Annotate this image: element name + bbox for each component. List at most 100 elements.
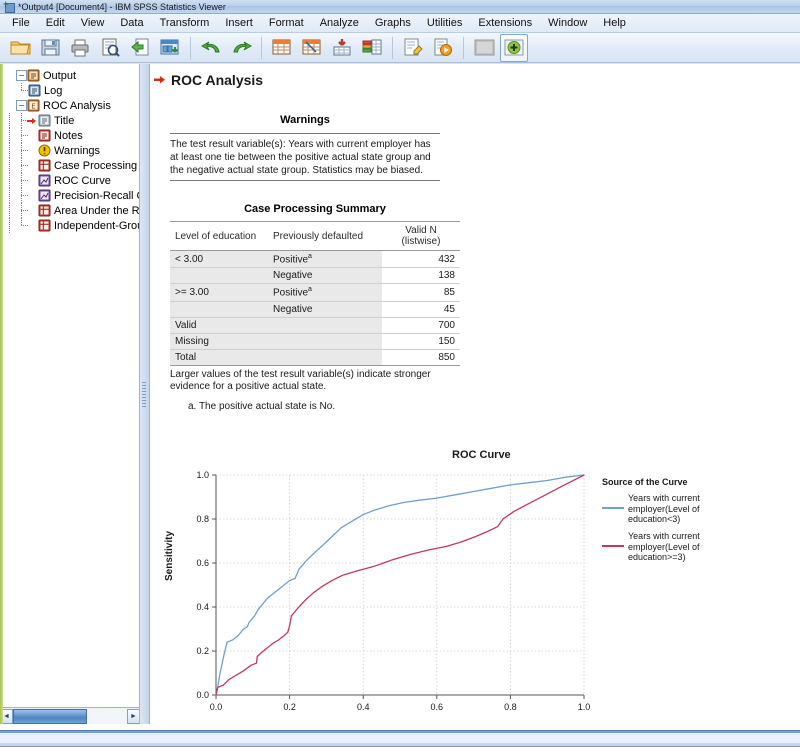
svg-text:0.2: 0.2: [283, 702, 296, 712]
expander-output[interactable]: −: [16, 70, 27, 81]
chart-plot-area: 0.0 0.2 0.4 0.6 0.8 1.0 0.0 0.2 0.4 0.6 0.8 1.0: [196, 470, 590, 712]
scroll-right-arrow-icon[interactable]: ►: [127, 708, 139, 724]
undo-icon[interactable]: [197, 34, 225, 62]
tree-item-log[interactable]: Log: [4, 83, 139, 98]
menu-window[interactable]: Window: [540, 16, 595, 30]
outline-tree: − Output Log − E ROC Analysis Title Note…: [0, 64, 140, 233]
recall-dialog-icon[interactable]: [156, 34, 184, 62]
print-preview-icon[interactable]: [96, 34, 124, 62]
warnings-heading: Warnings: [280, 114, 330, 126]
table-row[interactable]: Negative 138: [170, 267, 460, 285]
tree-item-area-under-roc[interactable]: Area Under the RO: [4, 203, 139, 218]
output-document-pane[interactable]: ROC Analysis Warnings The test result va…: [150, 64, 800, 724]
menu-edit[interactable]: Edit: [38, 16, 73, 30]
table-row-total[interactable]: Total 850: [170, 349, 460, 366]
outline-tree-scroll-area[interactable]: − Output Log − E ROC Analysis Title Note…: [0, 64, 140, 705]
variables-icon[interactable]: [358, 34, 386, 62]
menu-transform[interactable]: Transform: [152, 16, 218, 30]
cell-defaulted: Positivea: [268, 283, 382, 302]
chart-icon: [38, 189, 51, 202]
toolbar-separator: [190, 36, 191, 59]
export-icon[interactable]: [126, 34, 154, 62]
cell-validn: 432: [382, 250, 460, 269]
menu-analyze[interactable]: Analyze: [312, 16, 367, 30]
tree-item-notes[interactable]: Notes: [4, 128, 139, 143]
menu-view[interactable]: View: [73, 16, 113, 30]
legend-entry-1[interactable]: Years with current employer(Level of edu…: [602, 531, 716, 563]
cell-text: Positive: [273, 287, 309, 299]
cell-validn: 45: [382, 301, 460, 318]
pane-splitter[interactable]: [140, 64, 150, 724]
menu-graphs[interactable]: Graphs: [367, 16, 419, 30]
tree-item-output[interactable]: − Output: [4, 68, 139, 83]
tree-label: ROC Analysis: [43, 99, 111, 112]
goto-data-icon[interactable]: [268, 34, 296, 62]
menu-insert[interactable]: Insert: [217, 16, 261, 30]
cell-text: Negative: [273, 270, 313, 282]
table-row-valid[interactable]: Valid 700: [170, 316, 460, 334]
menu-help[interactable]: Help: [595, 16, 634, 30]
table-footnote: a. The positive actual state is No.: [188, 400, 336, 412]
outline-tree-pane: − Output Log − E ROC Analysis Title Note…: [0, 64, 140, 724]
edit-syntax-icon[interactable]: [399, 34, 427, 62]
tree-label: Log: [44, 84, 63, 97]
tree-label: Precision-Recall C: [54, 189, 140, 202]
case-processing-table[interactable]: Level of education Previously defaulted …: [170, 221, 460, 366]
tree-item-title[interactable]: Title: [4, 113, 139, 128]
cell-text: Negative: [273, 303, 313, 315]
tree-item-warnings[interactable]: Warnings: [4, 143, 139, 158]
menu-bar: File Edit View Data Transform Insert For…: [0, 14, 800, 33]
title-bar: + *Output4 [Document4] - IBM SPSS Statis…: [0, 0, 800, 14]
expander-roc-analysis[interactable]: −: [16, 100, 27, 111]
table-row[interactable]: >= 3.00 Positivea 85: [170, 283, 460, 302]
scrollbar-track[interactable]: [13, 708, 127, 724]
legend-entry-0[interactable]: Years with current employer(Level of edu…: [602, 493, 716, 525]
run-icon[interactable]: [429, 34, 457, 62]
roc-curve-chart[interactable]: ROC Curve Sensitivity 1 - Specificity 0.…: [164, 449, 770, 724]
redo-icon[interactable]: [227, 34, 255, 62]
add-item-icon[interactable]: [500, 33, 528, 62]
tree-item-roc-analysis[interactable]: − E ROC Analysis: [4, 98, 139, 113]
legend-label: Years with current employer(Level of edu…: [628, 531, 700, 563]
toolbar-separator-3: [392, 36, 393, 59]
legend-swatch: [602, 507, 624, 510]
cell-validn: 138: [382, 267, 460, 285]
tree-label: Case Processing: [54, 159, 138, 172]
blank-icon[interactable]: [470, 34, 498, 62]
save-icon[interactable]: [36, 34, 64, 62]
page-title-row: ROC Analysis: [154, 72, 800, 88]
splitter-grip[interactable]: [142, 382, 146, 408]
cell-defaulted: Negative: [268, 301, 382, 318]
scrollbar-thumb[interactable]: [13, 708, 87, 724]
table-row[interactable]: Negative 45: [170, 301, 460, 318]
insert-footnote-icon[interactable]: [328, 34, 356, 62]
tree-item-precision-recall[interactable]: Precision-Recall C: [4, 188, 140, 203]
svg-text:0.8: 0.8: [196, 514, 209, 524]
table-row-missing[interactable]: Missing 150: [170, 333, 460, 350]
menu-utilities[interactable]: Utilities: [419, 16, 470, 30]
warning-icon: [38, 144, 51, 157]
table-row[interactable]: < 3.00 Positivea 432: [170, 250, 460, 269]
selection-arrow-icon: [27, 118, 36, 124]
chart-icon: [38, 174, 51, 187]
tree-item-roc-curve[interactable]: ROC Curve: [4, 173, 139, 188]
selection-arrow-icon: [154, 76, 165, 84]
toolbar: [0, 33, 800, 63]
menu-data[interactable]: Data: [112, 16, 151, 30]
tree-item-independent-group[interactable]: Independent-Grou: [4, 218, 140, 233]
cell-level: >= 3.00: [170, 283, 268, 302]
tree-label: Output: [43, 69, 77, 82]
print-icon[interactable]: [66, 34, 94, 62]
spss-viewer-icon: +: [3, 0, 15, 13]
goto-case-icon[interactable]: [298, 34, 326, 62]
menu-file[interactable]: File: [4, 16, 38, 30]
window-title: *Output4 [Document4] - IBM SPSS Statisti…: [18, 1, 226, 12]
menu-format[interactable]: Format: [261, 16, 312, 30]
open-file-icon[interactable]: [6, 34, 34, 62]
menu-extensions[interactable]: Extensions: [470, 16, 540, 30]
tree-item-case-processing[interactable]: Case Processing: [4, 158, 139, 173]
table-icon: [38, 219, 51, 232]
tree-horizontal-scrollbar[interactable]: ◄ ►: [0, 707, 139, 724]
chart-title: ROC Curve: [452, 449, 511, 462]
tree-label: Independent-Grou: [54, 219, 140, 232]
